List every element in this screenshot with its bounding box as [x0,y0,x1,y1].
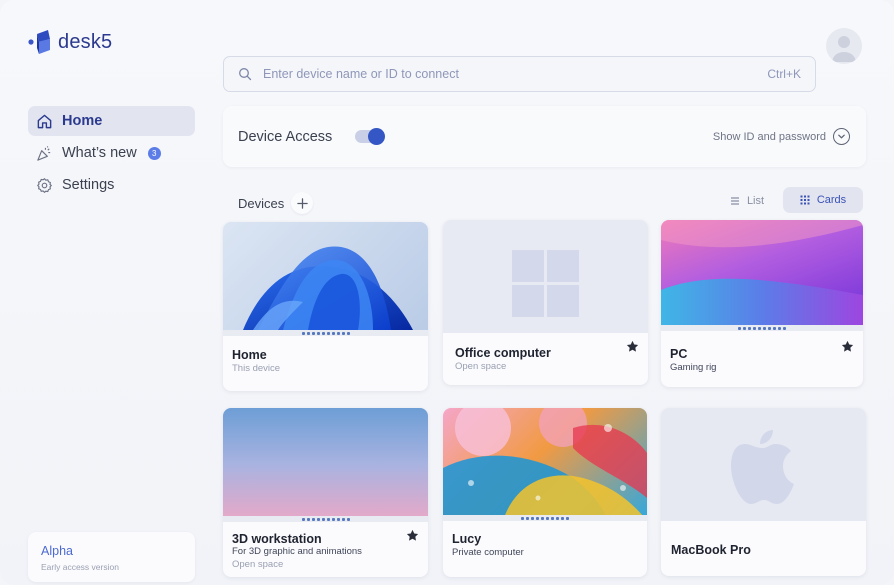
search-input[interactable]: Enter device name or ID to connect [263,67,767,81]
device-card-lucy[interactable]: Lucy Private computer [443,408,647,577]
sidebar-item-whats-new[interactable]: What’s new 3 [28,138,195,168]
taskbar [661,325,863,331]
device-name: Home [232,348,267,362]
view-list-label: List [746,194,765,207]
device-access-panel: Device Access Show ID and password [223,106,866,167]
notification-badge: 3 [147,146,161,160]
wallpaper-windows-logo [443,220,648,333]
device-description: For 3D graphic and animations [232,546,362,557]
wallpaper-purple-gradient [661,220,863,331]
party-popper-icon [37,145,51,161]
taskbar [223,330,428,336]
device-card-macbook-pro[interactable]: MacBook Pro [661,408,866,576]
device-access-toggle[interactable] [355,128,386,145]
search-bar[interactable]: Enter device name or ID to connect Ctrl+… [223,56,816,92]
user-icon [832,36,856,62]
search-shortcut: Ctrl+K [767,67,801,81]
device-name: MacBook Pro [671,543,751,557]
home-icon [37,114,52,128]
logo[interactable]: desk5 [28,28,112,56]
gear-icon [37,177,52,193]
device-name: Office computer [455,346,551,360]
wallpaper-windows-bloom [223,222,428,336]
avatar[interactable] [826,28,862,64]
device-name: Lucy [452,532,482,546]
device-description: This device [232,363,281,374]
star-icon[interactable] [841,340,854,353]
version-subtitle: Early access version [41,562,119,572]
taskbar [223,516,428,522]
plus-icon [296,197,308,209]
purple-gradient-image [661,220,863,331]
colorful-bubbles-image [443,408,647,521]
device-access-title: Device Access [238,128,333,145]
add-device-button[interactable] [291,192,313,214]
grid-icon [800,195,810,205]
wallpaper-apple-logo [661,408,866,521]
device-location: Open space [232,559,284,570]
device-name: 3D workstation [232,532,322,546]
version-card: Alpha Early access version [28,532,195,582]
windows-logo-icon [512,250,579,317]
device-description: Gaming rig [670,362,717,373]
sidebar-item-settings[interactable]: Settings [28,170,195,200]
sidebar-item-home[interactable]: Home [28,106,195,136]
star-icon[interactable] [406,529,419,542]
sidebar-item-label: Settings [62,177,115,193]
show-id-password-button[interactable]: Show ID and password [713,128,850,145]
device-card-3d-workstation[interactable]: 3D workstation For 3D graphic and animat… [223,408,428,577]
view-cards-button[interactable]: Cards [783,187,863,213]
device-card-pc[interactable]: PC Gaming rig [661,220,863,387]
star-icon[interactable] [626,340,639,353]
devices-title: Devices [238,196,285,211]
toggle-knob [368,128,386,145]
list-icon [730,196,739,205]
device-description: Private computer [452,547,524,558]
sidebar-item-label: What’s new [62,145,137,161]
wallpaper-blue-pink-gradient [223,408,428,522]
sidebar-nav: Home What’s new 3 Settings [28,106,195,202]
view-list-button[interactable]: List [718,188,776,213]
device-name: PC [670,347,688,361]
wallpaper-colorful-bubbles [443,408,647,521]
app-name: desk5 [58,30,113,53]
sidebar-item-label: Home [62,113,103,129]
search-icon [239,68,252,81]
chevron-down-icon [833,128,850,145]
device-card-office-computer[interactable]: Office computer Open space [443,220,648,385]
show-id-password-label: Show ID and password [712,130,826,143]
desk5-logo-icon [28,30,50,54]
taskbar [443,515,647,521]
device-card-home[interactable]: Home This device [223,222,428,391]
apple-logo-icon [731,430,794,504]
version-title: Alpha [41,544,73,558]
app-window: desk5 Home What’s new 3 Settings Alpha E… [0,0,894,585]
view-cards-label: Cards [816,194,847,206]
device-description: Open space [455,361,507,372]
windows-bloom-image [243,246,413,330]
